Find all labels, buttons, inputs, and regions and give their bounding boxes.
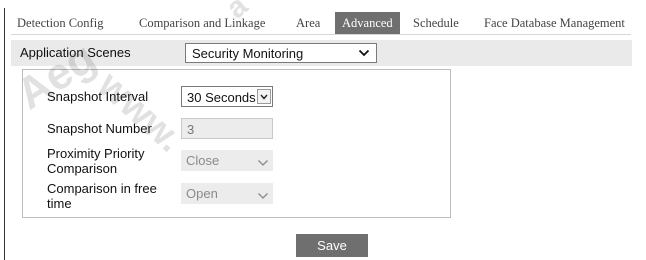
snapshot-number-input: 3 — [181, 118, 273, 139]
proximity-priority-select: Close — [181, 150, 273, 171]
save-button[interactable]: Save — [296, 234, 368, 257]
tab-schedule[interactable]: Schedule — [413, 12, 459, 34]
comparison-free-time-value: Open — [186, 186, 218, 201]
tab-comparison-and-linkage[interactable]: Comparison and Linkage — [139, 12, 265, 34]
snapshot-interval-select[interactable]: 30 Seconds — [181, 86, 273, 107]
comparison-free-time-label: Comparison in free time — [47, 181, 157, 211]
snapshot-number-value: 3 — [187, 122, 195, 137]
snapshot-number-label: Snapshot Number — [47, 121, 152, 136]
application-scenes-label: Application Scenes — [20, 45, 131, 60]
comparison-free-time-select: Open — [181, 183, 273, 204]
application-scenes-row: Application Scenes Security Monitoring — [11, 40, 632, 66]
application-scenes-select[interactable]: Security Monitoring — [185, 43, 377, 63]
chevron-down-icon — [257, 89, 271, 104]
snapshot-interval-label: Snapshot Interval — [47, 89, 149, 104]
tab-advanced[interactable]: Advanced — [335, 12, 400, 34]
proximity-priority-value: Close — [186, 153, 220, 168]
tab-detection-config[interactable]: Detection Config — [17, 12, 103, 34]
tab-face-database-management[interactable]: Face Database Management — [484, 12, 625, 34]
proximity-priority-label: Proximity Priority Comparison — [47, 146, 145, 176]
tab-underline — [11, 34, 631, 35]
chevron-down-icon — [257, 155, 269, 173]
chevron-down-icon — [358, 46, 370, 65]
left-border — [4, 8, 5, 260]
tab-area[interactable]: Area — [296, 12, 320, 34]
application-scenes-value: Security Monitoring — [192, 46, 304, 61]
chevron-down-icon — [257, 188, 269, 206]
snapshot-interval-value: 30 Seconds — [187, 90, 256, 105]
advanced-settings-panel: Snapshot Interval 30 Seconds Snapshot Nu… — [22, 69, 451, 218]
